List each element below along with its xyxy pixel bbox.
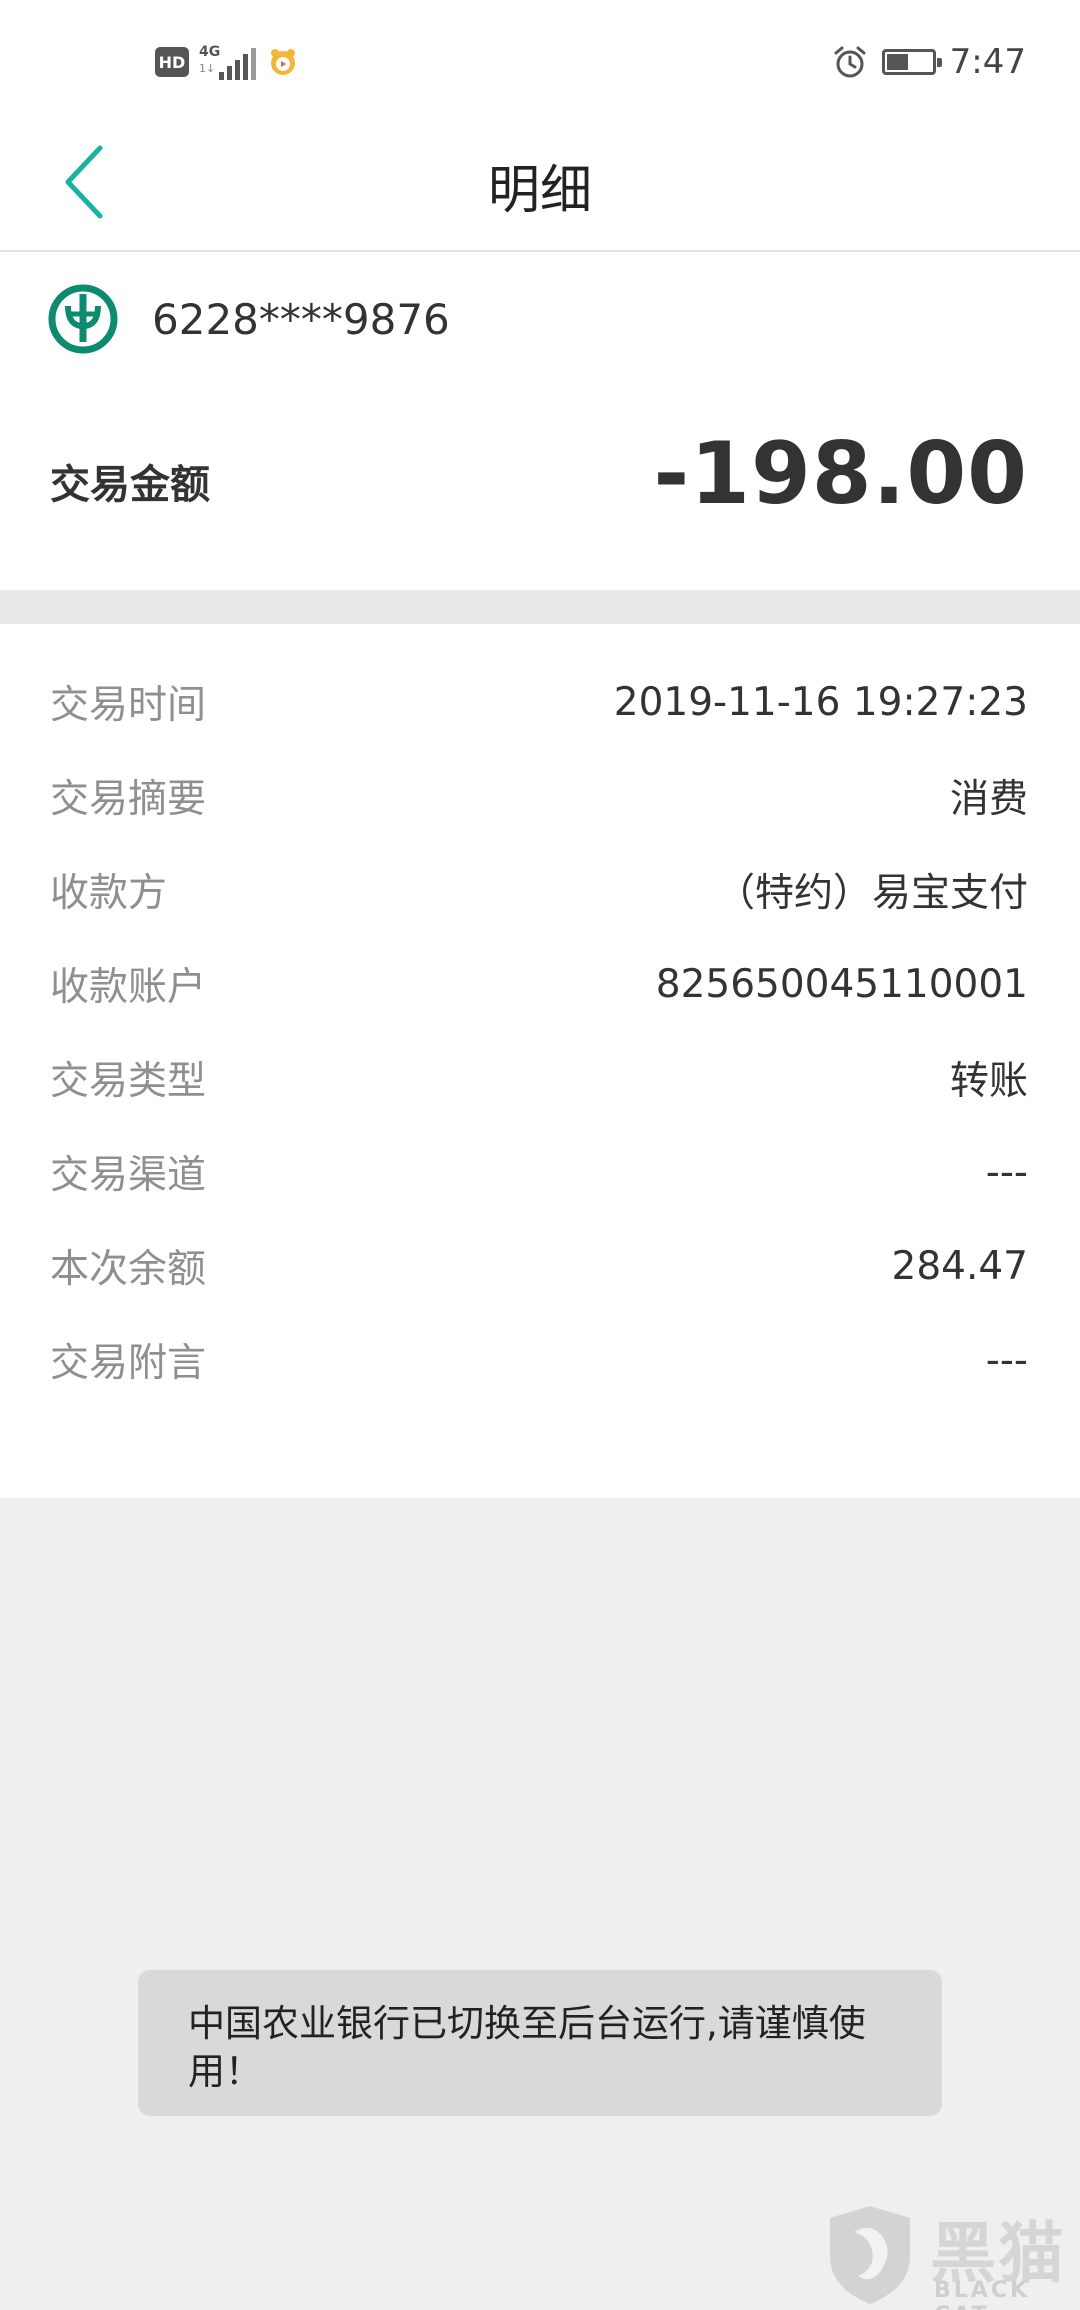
detail-label: 交易时间 <box>50 683 207 728</box>
alarm-icon <box>834 46 866 78</box>
detail-label: 交易附言 <box>50 1341 207 1386</box>
detail-row-time: 交易时间 2019-11-16 19:27:23 <box>50 672 1028 732</box>
detail-row-channel: 交易渠道 --- <box>50 1142 1028 1202</box>
detail-value: 转账 <box>949 1059 1028 1104</box>
cat-shield-icon <box>830 2206 910 2304</box>
detail-row-payee-account: 收款账户 825650045110001 <box>50 954 1028 1014</box>
detail-value: 消费 <box>949 777 1028 822</box>
network-type-label: 4G <box>199 44 221 60</box>
status-left: HD 4G 1↓ <box>155 42 299 82</box>
detail-label: 本次余额 <box>50 1247 207 1292</box>
card-row: 6228****9876 <box>48 284 450 354</box>
watermark: 黑猫 BLACK CAT <box>800 2192 1080 2310</box>
detail-value: （特约）易宝支付 <box>715 871 1028 916</box>
detail-value: --- <box>985 1337 1028 1383</box>
watermark-subtext: BLACK CAT <box>934 2278 1031 2310</box>
signal-group: 4G 1↓ <box>199 44 257 80</box>
transaction-summary: 6228****9876 交易金额 -198.00 <box>0 252 1080 590</box>
detail-label: 收款方 <box>50 871 168 916</box>
detail-row-memo: 交易附言 --- <box>50 1330 1028 1390</box>
page-title: 明细 <box>487 160 592 221</box>
amount-label: 交易金额 <box>50 462 210 508</box>
navigation-bar: 明细 <box>0 120 1080 252</box>
hd-icon: HD <box>155 47 189 77</box>
app-notification-icon <box>271 49 295 75</box>
detail-value: 284.47 <box>891 1243 1028 1289</box>
detail-value: 825650045110001 <box>655 961 1028 1007</box>
detail-label: 交易渠道 <box>50 1153 207 1198</box>
detail-row-payee: 收款方 （特约）易宝支付 <box>50 860 1028 920</box>
bank-logo-icon <box>48 284 118 354</box>
detail-label: 交易类型 <box>50 1059 207 1104</box>
card-number: 6228****9876 <box>152 294 450 344</box>
detail-label: 收款账户 <box>50 965 207 1010</box>
transaction-details: 交易时间 2019-11-16 19:27:23 交易摘要 消费 收款方 （特约… <box>0 624 1080 1498</box>
battery-icon <box>881 49 942 75</box>
network-activity-label: 1↓ <box>199 62 216 75</box>
detail-row-summary: 交易摘要 消费 <box>50 766 1028 826</box>
detail-value: 2019-11-16 19:27:23 <box>613 679 1028 725</box>
amount-value: -198.00 <box>653 424 1028 524</box>
detail-value: --- <box>985 1149 1028 1195</box>
detail-label: 交易摘要 <box>50 777 207 822</box>
detail-row-balance: 本次余额 284.47 <box>50 1236 1028 1296</box>
detail-row-type: 交易类型 转账 <box>50 1048 1028 1108</box>
status-right: 7:47 <box>832 40 1026 84</box>
status-time: 7:47 <box>949 42 1026 82</box>
screen: HD 4G 1↓ 7:47 明细 6228****9876 交易金额 -198.… <box>0 0 1080 2310</box>
status-bar: HD 4G 1↓ 7:47 <box>0 0 1080 120</box>
signal-strength-icon <box>219 48 256 80</box>
section-divider <box>0 590 1080 624</box>
background-warning-toast: 中国农业银行已切换至后台运行,请谨慎使用！ <box>138 1970 942 2116</box>
